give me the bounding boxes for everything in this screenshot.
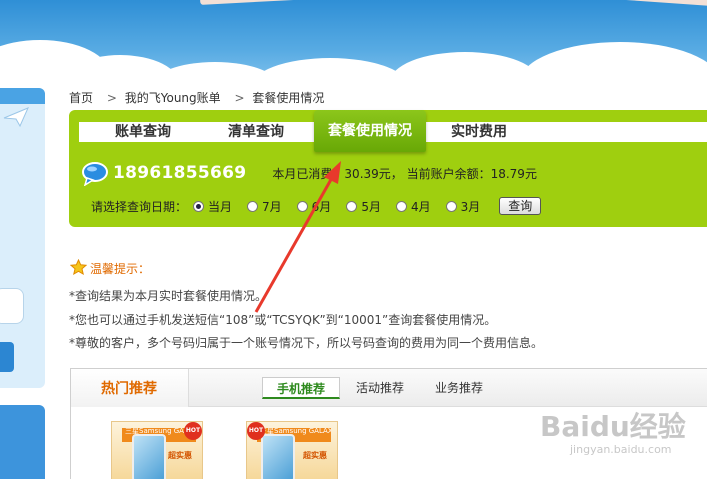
product-card[interactable]: 三星Samsung GALAXY P709 超实惠 HOT: [246, 421, 338, 479]
tab-package-usage[interactable]: 套餐使用情况: [314, 110, 426, 152]
watermark-url: jingyan.baidu.com: [570, 443, 672, 456]
paper-plane-icon: [2, 106, 30, 131]
chevron-right-icon: >: [106, 91, 117, 105]
hot-badge: HOT: [247, 422, 265, 440]
package-usage-panel: 账单查询 清单查询 套餐使用情况 实时费用 18961855669 本月已消费：…: [69, 110, 707, 227]
breadcrumb-bill-link[interactable]: 我的飞Young账单: [125, 91, 221, 105]
hot-badge: HOT: [184, 422, 202, 440]
tips-heading: 温馨提示：: [69, 258, 151, 278]
tip-line: *您也可以通过手机发送短信“108”或“TCSYQK”到“10001”查询套餐使…: [69, 313, 497, 327]
watermark-brand: Baidu经验: [540, 410, 686, 443]
date-query-label: 请选择查询日期：: [91, 199, 188, 214]
query-button[interactable]: 查询: [499, 197, 542, 215]
banner-decoration: [599, 0, 707, 6]
tab-phone-recommend[interactable]: 手机推荐: [262, 377, 340, 399]
cloud-decoration: [520, 42, 707, 92]
date-query-row: 请选择查询日期： 当月 7月 6月 5月 4月 3月 查询: [91, 196, 542, 216]
sidebar-input-field[interactable]: [0, 288, 24, 324]
star-icon: [69, 258, 88, 278]
product-promo: 超实惠: [168, 451, 192, 460]
product-promo: 超实惠: [303, 451, 327, 460]
radio-label: 6月: [311, 199, 332, 214]
radio-option-may[interactable]: 5月: [346, 198, 381, 215]
sidebar-login-panel: [0, 88, 45, 388]
phone-image: [261, 434, 295, 479]
sky-header-banner: [0, 0, 707, 92]
phone-image: [132, 434, 166, 479]
recommend-title: 热门推荐: [71, 369, 189, 407]
radio-label: 7月: [262, 199, 282, 214]
radio-icon[interactable]: [346, 200, 358, 212]
radio-icon[interactable]: [445, 200, 457, 212]
radio-option-july[interactable]: 7月: [247, 198, 282, 215]
radio-option-current-month[interactable]: 当月: [193, 198, 232, 215]
sidebar-header-strip: [0, 88, 45, 104]
chat-bubble-icon: [81, 162, 109, 187]
radio-option-march[interactable]: 3月: [445, 198, 481, 215]
baidu-jingyan-watermark: Baidu经验 jingyan.baidu.com: [540, 405, 686, 456]
tip-line: *尊敬的客户，多个号码归属于一个账号情况下，所以号码查询的费用为同一个费用信息。: [69, 336, 544, 350]
radio-icon[interactable]: [296, 200, 308, 212]
breadcrumb-current: 套餐使用情况: [252, 91, 325, 105]
tab-detail-query[interactable]: 清单查询: [228, 122, 284, 142]
tab-bill-query[interactable]: 账单查询: [115, 122, 171, 142]
radio-icon[interactable]: [395, 200, 407, 212]
breadcrumb-home-link[interactable]: 首页: [69, 91, 93, 105]
sidebar-login-button[interactable]: [0, 342, 14, 372]
radio-option-april[interactable]: 4月: [395, 198, 431, 215]
sidebar-bottom-panel: [0, 405, 45, 479]
tab-service-recommend[interactable]: 业务推荐: [435, 377, 483, 399]
product-card[interactable]: 三星Samsung GALAXY S4 i959 超实惠 HOT: [111, 421, 203, 479]
radio-label: 3月: [460, 199, 481, 214]
radio-label: 当月: [208, 199, 233, 214]
banner-decoration: [199, 0, 311, 5]
balance-summary: 本月已消费：30.39元， 当前账户余额：18.79元: [272, 166, 537, 181]
tip-line: *查询结果为本月实时套餐使用情况。: [69, 289, 268, 303]
breadcrumb: 首页 > 我的飞Young账单 > 套餐使用情况: [69, 89, 328, 106]
radio-checked-icon[interactable]: [193, 200, 205, 212]
phone-number: 18961855669: [113, 163, 247, 183]
tips-title: 温馨提示：: [90, 262, 151, 276]
cloud-decoration: [250, 58, 410, 92]
chevron-right-icon: >: [234, 91, 245, 105]
radio-label: 5月: [361, 199, 381, 214]
account-info-row: 18961855669 本月已消费：30.39元， 当前账户余额：18.79元: [81, 160, 537, 187]
cloud-decoration: [390, 52, 540, 92]
radio-option-june[interactable]: 6月: [296, 198, 332, 215]
radio-icon[interactable]: [247, 200, 259, 212]
tab-activity-recommend[interactable]: 活动推荐: [356, 377, 404, 399]
tab-realtime-fee[interactable]: 实时费用: [451, 122, 507, 142]
radio-label: 4月: [410, 199, 431, 214]
